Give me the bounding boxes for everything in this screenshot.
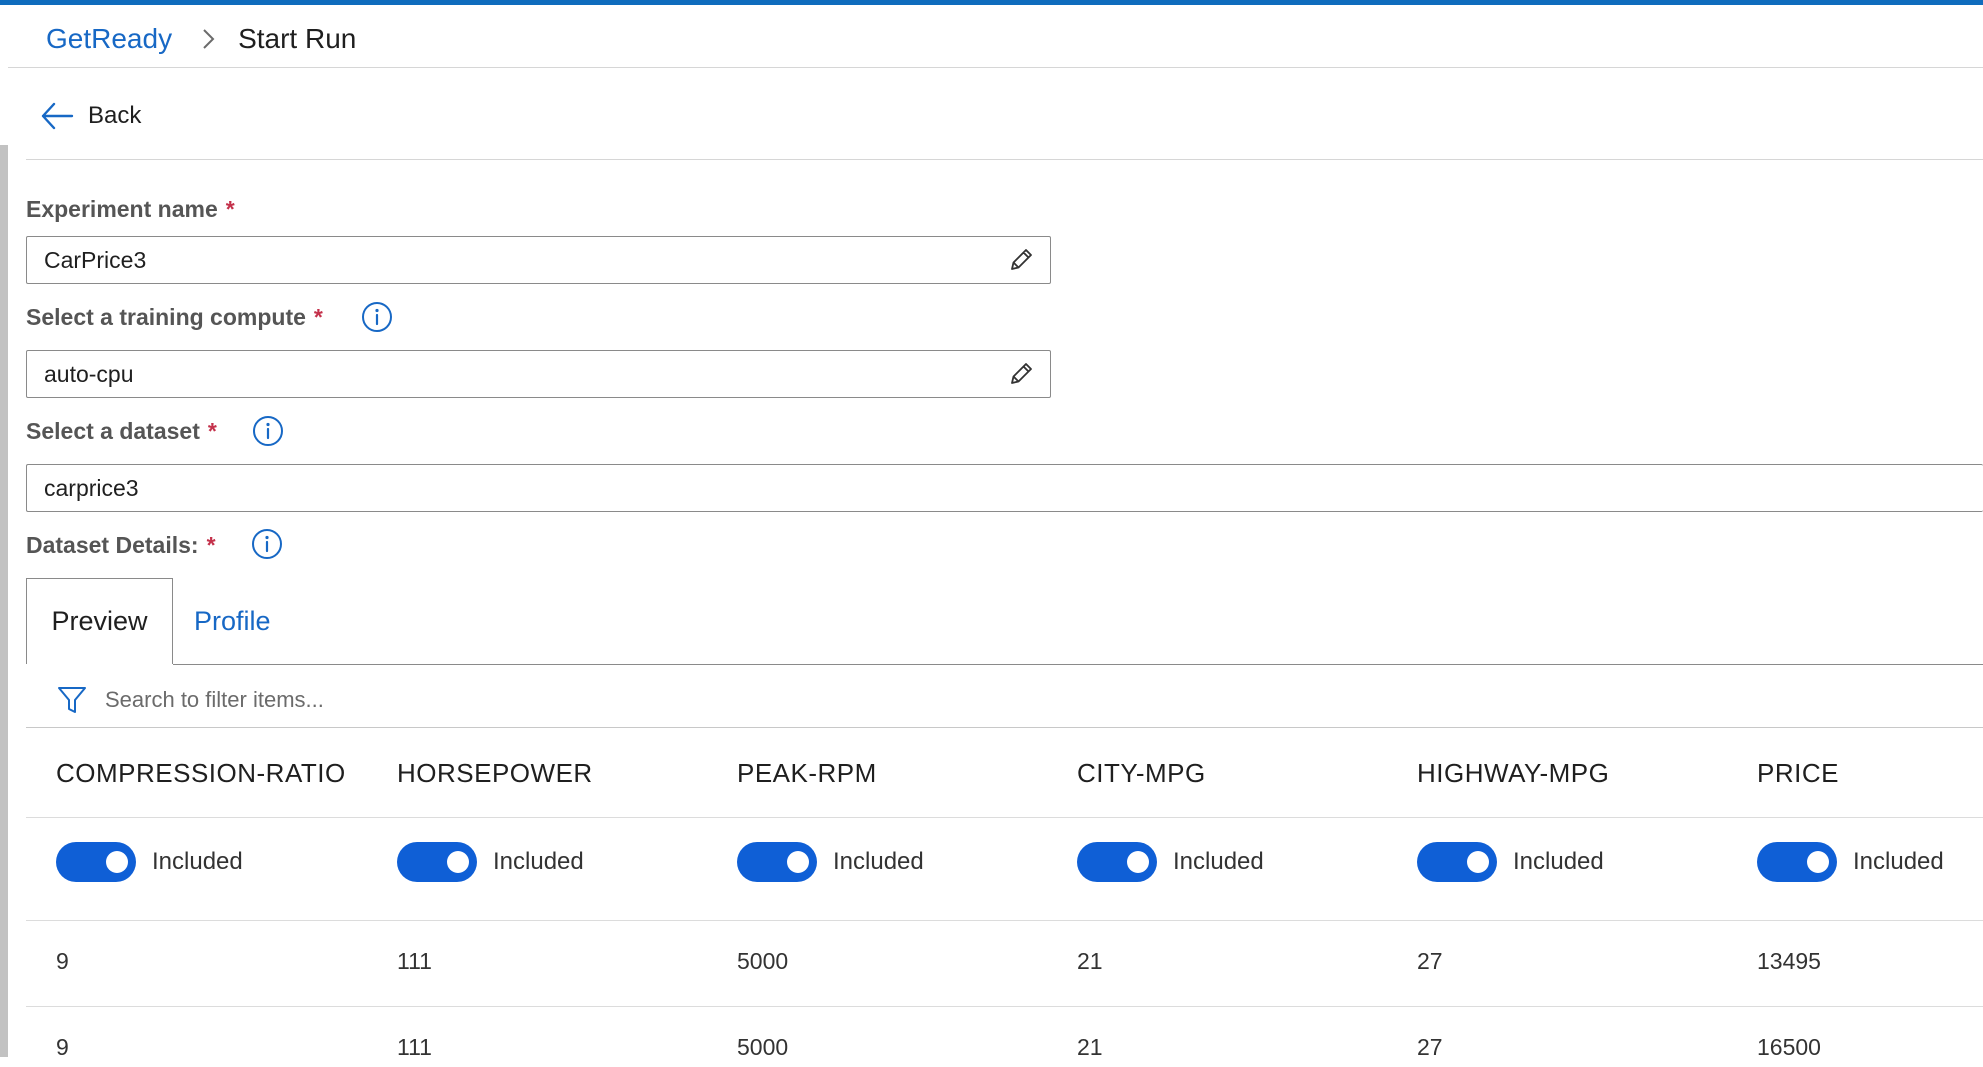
toggle-knob (447, 851, 469, 873)
toggle-switch[interactable] (397, 842, 477, 882)
toggle-knob (1807, 851, 1829, 873)
filter-icon (58, 687, 86, 713)
back-button[interactable]: Back (40, 96, 141, 136)
pencil-icon[interactable] (1006, 359, 1036, 389)
dataset-label-text: Select a dataset (26, 418, 200, 444)
include-toggle-price[interactable]: Included (1757, 842, 1944, 882)
info-icon[interactable] (251, 528, 283, 560)
breadcrumb: GetReady Start Run (46, 19, 356, 59)
dataset-label: Select a dataset * (26, 418, 217, 445)
toggle-label: Included (1513, 848, 1604, 875)
column-header-price[interactable]: PRICE (1757, 758, 1839, 789)
required-marker: * (207, 418, 217, 444)
toggle-switch[interactable] (56, 842, 136, 882)
required-marker: * (225, 196, 235, 222)
left-scroll-edge (0, 145, 8, 1057)
include-toggle-peak-rpm[interactable]: Included (737, 842, 924, 882)
required-marker: * (206, 532, 216, 558)
divider (26, 159, 1983, 160)
divider (26, 920, 1983, 921)
table-cell: 5000 (737, 1034, 789, 1060)
training-compute-label: Select a training compute * (26, 304, 323, 331)
divider (26, 817, 1983, 818)
toggle-switch[interactable] (1757, 842, 1837, 882)
pencil-icon[interactable] (1006, 245, 1036, 275)
required-marker: * (313, 304, 323, 330)
toggle-label: Included (152, 848, 243, 875)
experiment-name-label-text: Experiment name (26, 196, 218, 222)
include-toggle-horsepower[interactable]: Included (397, 842, 584, 882)
toggle-knob (1467, 851, 1489, 873)
table-cell: 9 (56, 1034, 69, 1060)
column-header-city-mpg[interactable]: CITY-MPG (1077, 758, 1206, 789)
column-header-highway-mpg[interactable]: HIGHWAY-MPG (1417, 758, 1609, 789)
column-header-compression-ratio[interactable]: COMPRESSION-RATIO (56, 758, 346, 789)
breadcrumb-current: Start Run (238, 23, 357, 54)
info-icon[interactable] (361, 301, 393, 333)
table-cell: 111 (397, 948, 432, 974)
dataset-field[interactable]: carprice3 (26, 464, 1983, 512)
filter-bar (56, 680, 705, 720)
breadcrumb-link-getready[interactable]: GetReady (46, 23, 172, 55)
info-icon[interactable] (252, 415, 284, 447)
toggle-switch[interactable] (737, 842, 817, 882)
table-cell: 21 (1077, 948, 1103, 974)
toggle-knob (787, 851, 809, 873)
include-toggle-highway-mpg[interactable]: Included (1417, 842, 1604, 882)
toggle-label: Included (1853, 848, 1944, 875)
chevron-right-icon (202, 28, 216, 50)
search-filter-input[interactable] (105, 687, 705, 713)
divider (8, 67, 1983, 68)
include-toggle-city-mpg[interactable]: Included (1077, 842, 1264, 882)
toggle-switch[interactable] (1077, 842, 1157, 882)
experiment-name-label: Experiment name * (26, 196, 235, 223)
column-header-peak-rpm[interactable]: PEAK-RPM (737, 758, 877, 789)
top-accent-bar (0, 0, 1983, 5)
toggle-label: Included (833, 848, 924, 875)
table-cell: 111 (397, 1034, 432, 1060)
dataset-value: carprice3 (44, 474, 139, 501)
back-label: Back (88, 102, 142, 129)
tabs-divider (173, 664, 1983, 665)
tab-profile[interactable]: Profile (194, 578, 271, 664)
table-cell: 27 (1417, 948, 1443, 974)
table-cell: 16500 (1757, 1034, 1821, 1060)
table-cell: 27 (1417, 1034, 1443, 1060)
training-compute-label-text: Select a training compute (26, 304, 306, 330)
toggle-knob (106, 851, 128, 873)
experiment-name-field[interactable]: CarPrice3 (26, 236, 1051, 284)
toggle-label: Included (1173, 848, 1264, 875)
arrow-left-icon (41, 102, 74, 130)
tab-preview[interactable]: Preview (26, 578, 173, 664)
include-toggle-compression-ratio[interactable]: Included (56, 842, 243, 882)
divider (26, 1006, 1983, 1007)
dataset-details-tabs: Preview Profile (26, 578, 1983, 664)
column-header-horsepower[interactable]: HORSEPOWER (397, 758, 593, 789)
toggle-knob (1127, 851, 1149, 873)
table-cell: 5000 (737, 948, 789, 974)
toggle-label: Included (493, 848, 584, 875)
table-cell: 13495 (1757, 948, 1821, 974)
experiment-name-value: CarPrice3 (44, 246, 147, 273)
dataset-details-label-text: Dataset Details: (26, 532, 199, 558)
training-compute-field[interactable]: auto-cpu (26, 350, 1051, 398)
dataset-details-label: Dataset Details: * (26, 532, 216, 559)
table-cell: 9 (56, 948, 69, 974)
table-cell: 21 (1077, 1034, 1103, 1060)
training-compute-value: auto-cpu (44, 360, 134, 387)
toggle-switch[interactable] (1417, 842, 1497, 882)
divider (26, 727, 1983, 728)
